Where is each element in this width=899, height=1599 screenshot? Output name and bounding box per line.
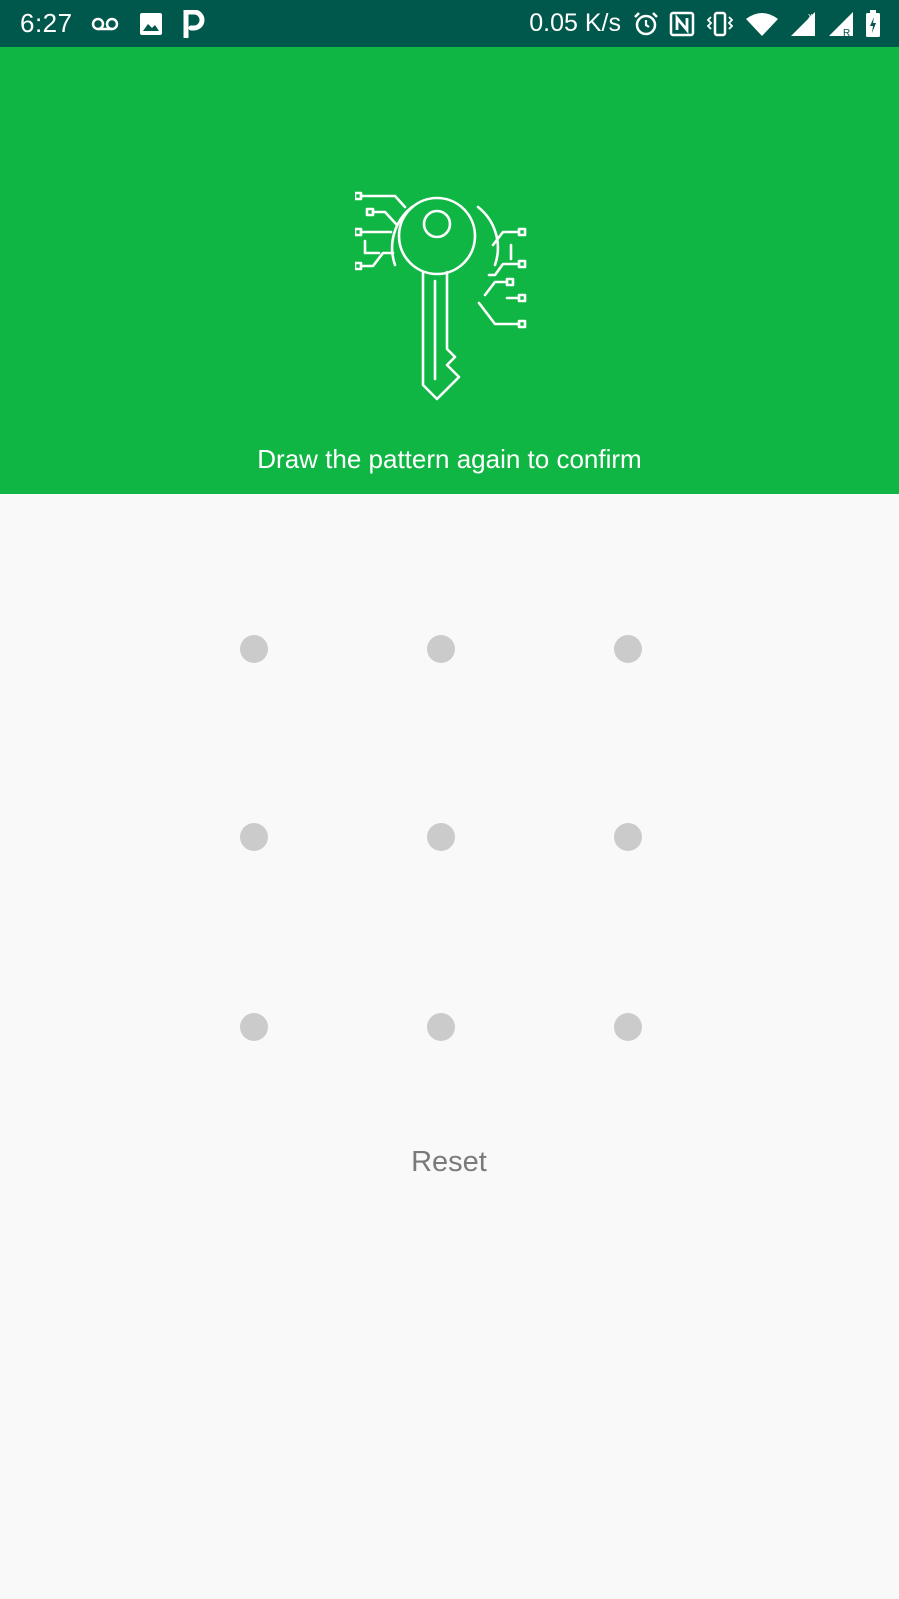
status-bar: 6:27 0.05 K/s x R [0, 0, 899, 47]
pattern-dot-4[interactable] [240, 823, 268, 851]
pattern-dot-9[interactable] [614, 1013, 642, 1041]
network-speed: 0.05 K/s [529, 9, 621, 37]
wifi-icon [745, 11, 779, 37]
svg-text:R: R [843, 28, 850, 38]
status-bar-left: 6:27 [20, 8, 225, 39]
status-bar-right: 0.05 K/s x R [529, 9, 881, 38]
reset-button[interactable]: Reset [374, 1140, 524, 1184]
voicemail-icon [91, 17, 119, 31]
pattern-dot-6[interactable] [614, 823, 642, 851]
pattern-dot-2[interactable] [427, 635, 455, 663]
status-time: 6:27 [20, 8, 73, 38]
battery-charging-icon [865, 9, 881, 38]
pattern-dot-1[interactable] [240, 635, 268, 663]
pattern-grid[interactable] [0, 494, 899, 1054]
pattern-header: Draw the pattern again to confirm [0, 47, 899, 494]
cell-signal-roaming-icon: R [827, 10, 855, 38]
pattern-dot-7[interactable] [240, 1013, 268, 1041]
pattern-dot-5[interactable] [427, 823, 455, 851]
alarm-icon [633, 11, 659, 37]
svg-text:x: x [808, 11, 813, 21]
cell-signal-icon: x [789, 10, 817, 38]
digital-key-icon [353, 181, 545, 413]
vibrate-icon [705, 11, 735, 37]
pattern-dot-8[interactable] [427, 1013, 455, 1041]
gallery-icon [139, 12, 163, 36]
nfc-icon [669, 11, 695, 37]
pattern-instruction: Draw the pattern again to confirm [257, 444, 642, 474]
pattern-dot-3[interactable] [614, 635, 642, 663]
parking-app-icon [183, 9, 205, 38]
